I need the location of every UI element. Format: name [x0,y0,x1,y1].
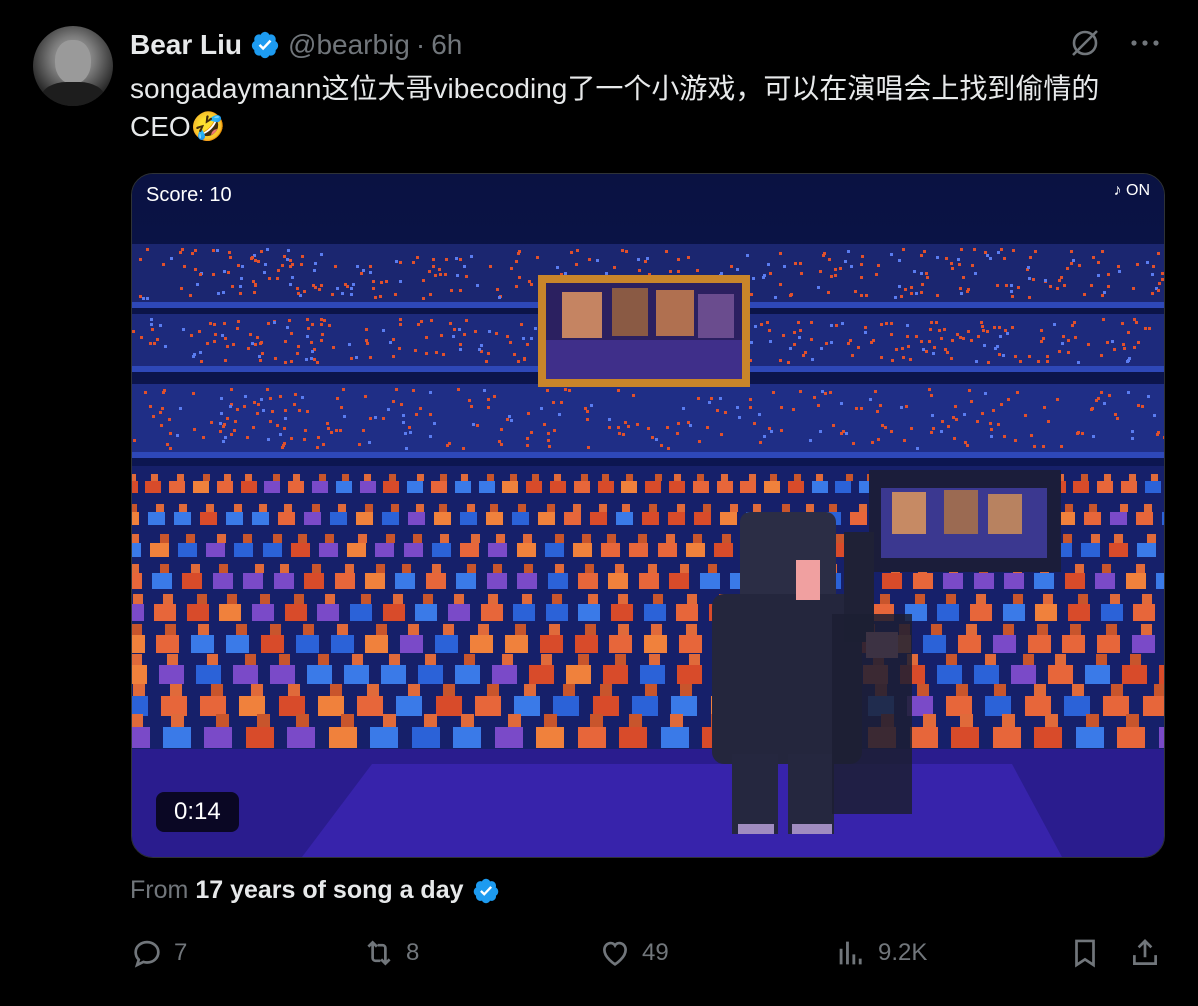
reply-icon [134,940,160,968]
author-name[interactable]: Bear Liu [130,29,242,61]
post-time[interactable]: 6h [431,29,462,61]
grok-icon[interactable] [1068,26,1102,60]
share-icon [1133,939,1157,965]
like-count: 49 [642,939,669,966]
like-button[interactable]: 49 [598,933,669,973]
author-avatar[interactable] [33,26,113,106]
views-count: 9.2K [878,939,928,966]
game-score: Score: 10 [146,184,232,206]
repost-button[interactable]: 8 [362,933,419,973]
separator-dot: · [415,29,426,60]
share-button[interactable] [1128,933,1162,973]
sound-toggle[interactable]: ♪ ON [1114,182,1150,200]
reply-count: 7 [174,939,188,966]
jumbotron-screen [538,275,750,387]
top-actions [1068,26,1162,60]
bookmark-button[interactable] [1068,933,1102,973]
author-handle[interactable]: @bearbig [288,29,410,61]
tweet-text: songadaymann这位大哥vibecoding了一个小游戏，可以在演唱会上… [130,73,1100,142]
reply-button[interactable]: 7 [130,933,187,973]
video-player[interactable]: Score: 10 ♪ ON 0:14 [131,173,1165,858]
avatar-face [55,40,91,84]
source-verified-badge-icon [472,877,500,905]
bookmark-icon [1075,939,1095,968]
video-duration: 0:14 [156,792,239,832]
action-bar: 7 8 49 9.2K [130,933,1165,973]
avatar-body [41,82,105,106]
verified-badge-icon [250,30,280,60]
source-label: From [130,876,189,904]
source-name[interactable]: 17 years of song a day [195,876,463,905]
video-source: From 17 years of song a day [130,876,508,905]
repost-count: 8 [406,939,420,966]
more-icon[interactable] [1128,26,1162,60]
tweet-header: Bear Liu @bearbig · 6h [130,28,462,62]
like-icon [603,941,627,966]
repost-icon [367,940,391,966]
side-screen [869,470,1061,572]
game-scene [132,174,1164,857]
views-button[interactable]: 9.2K [834,933,927,973]
views-icon [839,941,862,965]
